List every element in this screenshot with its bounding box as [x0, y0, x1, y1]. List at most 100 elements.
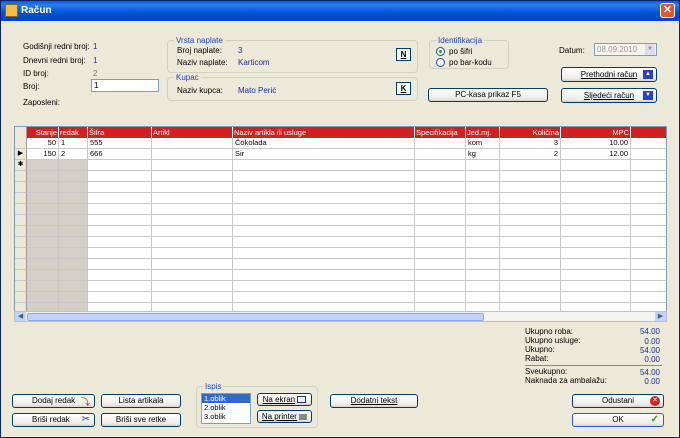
cell-specifikacija[interactable]: [415, 193, 466, 204]
cell-kolicina[interactable]: [500, 160, 561, 171]
cell-jedmj[interactable]: kg: [466, 149, 500, 160]
cell-artikl[interactable]: [152, 149, 233, 160]
cell-specifikacija[interactable]: [415, 270, 466, 281]
cell-naziv[interactable]: [233, 237, 415, 248]
cell-mpc[interactable]: [561, 160, 631, 171]
cell-extra[interactable]: [631, 204, 666, 215]
cell-kolicina[interactable]: 2: [500, 149, 561, 160]
cell-jedmj[interactable]: [466, 248, 500, 259]
cell-extra[interactable]: [631, 270, 666, 281]
broj-input[interactable]: 1: [91, 79, 159, 92]
cell-sifra[interactable]: [88, 171, 152, 182]
cell-kolicina[interactable]: [500, 171, 561, 182]
cell-naziv[interactable]: [233, 292, 415, 303]
cell-mpc[interactable]: 10.00: [561, 138, 631, 149]
cell-jedmj[interactable]: kom: [466, 138, 500, 149]
cell-stanje[interactable]: [27, 193, 59, 204]
cell-sifra[interactable]: [88, 237, 152, 248]
cell-jedmj[interactable]: [466, 259, 500, 270]
cell-extra[interactable]: [631, 138, 666, 149]
cell-redak[interactable]: [59, 292, 88, 303]
horizontal-scrollbar[interactable]: ◀ ▶: [14, 311, 667, 322]
cell-mpc[interactable]: [561, 292, 631, 303]
cell-artikl[interactable]: [152, 270, 233, 281]
cell-jedmj[interactable]: [466, 226, 500, 237]
cell-artikl[interactable]: [152, 215, 233, 226]
cell-naziv[interactable]: [233, 281, 415, 292]
cell-mpc[interactable]: [561, 215, 631, 226]
col-kolicina[interactable]: Količina: [500, 127, 561, 138]
row-header[interactable]: [15, 259, 27, 270]
prethodni-racun-button[interactable]: Prethodni račun ▲: [561, 67, 657, 82]
cell-sifra[interactable]: [88, 281, 152, 292]
col-sifra[interactable]: Šifra: [88, 127, 152, 138]
cell-extra[interactable]: [631, 292, 666, 303]
cell-specifikacija[interactable]: [415, 248, 466, 259]
cell-stanje[interactable]: [27, 226, 59, 237]
items-grid[interactable]: Stanje redak Šifra Artikl Naziv artikla …: [14, 126, 667, 321]
col-naziv[interactable]: Naziv artikla ili usluge: [233, 127, 415, 138]
cell-jedmj[interactable]: [466, 281, 500, 292]
cell-mpc[interactable]: [561, 281, 631, 292]
cell-redak[interactable]: [59, 259, 88, 270]
na-ekran-button[interactable]: Na ekran: [257, 393, 312, 406]
po-bar-kodu-radio[interactable]: [436, 58, 445, 67]
cell-sifra[interactable]: [88, 193, 152, 204]
cell-stanje[interactable]: 50: [27, 138, 59, 149]
cell-artikl[interactable]: [152, 160, 233, 171]
cell-jedmj[interactable]: [466, 237, 500, 248]
cell-extra[interactable]: [631, 171, 666, 182]
cell-kolicina[interactable]: [500, 193, 561, 204]
lista-artikala-button[interactable]: Lista artikala: [101, 394, 181, 408]
cell-specifikacija[interactable]: [415, 292, 466, 303]
cell-specifikacija[interactable]: [415, 215, 466, 226]
cell-stanje[interactable]: [27, 204, 59, 215]
cell-redak[interactable]: [59, 171, 88, 182]
cell-sifra[interactable]: [88, 160, 152, 171]
cell-naziv[interactable]: [233, 215, 415, 226]
cell-jedmj[interactable]: [466, 171, 500, 182]
cell-redak[interactable]: [59, 281, 88, 292]
cell-jedmj[interactable]: [466, 193, 500, 204]
cell-extra[interactable]: [631, 281, 666, 292]
cell-naziv[interactable]: [233, 193, 415, 204]
cell-artikl[interactable]: [152, 248, 233, 259]
col-specifikacija[interactable]: Specifikacija: [415, 127, 466, 138]
cell-extra[interactable]: [631, 215, 666, 226]
cell-kolicina[interactable]: [500, 182, 561, 193]
cell-stanje[interactable]: [27, 237, 59, 248]
cell-mpc[interactable]: 12.00: [561, 149, 631, 160]
cell-naziv[interactable]: [233, 171, 415, 182]
cell-mpc[interactable]: [561, 226, 631, 237]
scroll-thumb[interactable]: [27, 313, 484, 321]
cell-kolicina[interactable]: [500, 281, 561, 292]
chevron-down-icon[interactable]: ▼: [645, 44, 655, 55]
cell-artikl[interactable]: [152, 281, 233, 292]
cell-naziv[interactable]: [233, 259, 415, 270]
odustani-button[interactable]: Odustani ✕: [572, 394, 664, 408]
col-redak[interactable]: redak: [59, 127, 88, 138]
cell-artikl[interactable]: [152, 182, 233, 193]
cell-artikl[interactable]: [152, 226, 233, 237]
po-sifri-radio[interactable]: [436, 47, 445, 56]
row-header[interactable]: [15, 292, 27, 303]
cell-mpc[interactable]: [561, 259, 631, 270]
title-bar[interactable]: Račun ✕: [1, 1, 679, 21]
cell-artikl[interactable]: [152, 237, 233, 248]
cell-mpc[interactable]: [561, 171, 631, 182]
row-header[interactable]: ✱: [15, 160, 27, 171]
cell-sifra[interactable]: [88, 259, 152, 270]
cell-jedmj[interactable]: [466, 160, 500, 171]
na-printer-button[interactable]: Na printer: [257, 410, 312, 423]
cell-kolicina[interactable]: [500, 204, 561, 215]
cell-specifikacija[interactable]: [415, 149, 466, 160]
cell-redak[interactable]: [59, 226, 88, 237]
cell-extra[interactable]: [631, 149, 666, 160]
cell-stanje[interactable]: [27, 270, 59, 281]
cell-stanje[interactable]: 150: [27, 149, 59, 160]
cell-stanje[interactable]: [27, 182, 59, 193]
cell-redak[interactable]: [59, 270, 88, 281]
cell-kolicina[interactable]: [500, 259, 561, 270]
cell-artikl[interactable]: [152, 138, 233, 149]
cell-artikl[interactable]: [152, 204, 233, 215]
